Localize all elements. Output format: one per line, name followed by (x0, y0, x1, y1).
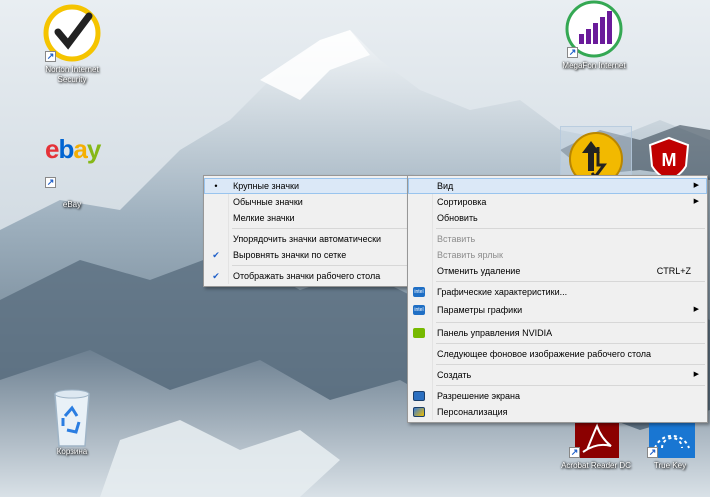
menu-item-sort[interactable]: Сортировка ▶ (408, 194, 707, 210)
menu-item-label: Вставить (437, 234, 476, 244)
acrobat-label: Acrobat Reader DC (561, 461, 631, 470)
submenu-arrow-icon: ▶ (693, 182, 699, 189)
menu-item-graphics-properties[interactable]: intel Графические характеристики... (408, 284, 707, 300)
menu-item-label: Обычные значки (233, 197, 303, 207)
shortcut-arrow-icon: ↗ (45, 177, 56, 188)
menu-item-new[interactable]: Создать ▶ (408, 367, 707, 383)
menu-item-label: Упорядочить значки автоматически (233, 234, 382, 244)
acrobat-icon: ↗ (567, 418, 625, 458)
menu-item-paste-shortcut[interactable]: Вставить ярлык (408, 247, 707, 263)
desktop-context-menu: Вид ▶ Сортировка ▶ Обновить Вставить Вст… (407, 175, 708, 423)
menu-item-small-icons[interactable]: Мелкие значки (204, 210, 410, 226)
menu-item-screen-resolution[interactable]: Разрешение экрана (408, 388, 707, 404)
menu-item-label: Создать (437, 370, 472, 380)
checkmark-icon: ✔ (212, 250, 220, 260)
menu-item-medium-icons[interactable]: Обычные значки (204, 194, 410, 210)
menu-item-nvidia-control-panel[interactable]: Панель управления NVIDIA (408, 325, 707, 341)
menu-item-label: Вставить ярлык (437, 250, 503, 260)
radio-dot-icon: • (214, 181, 218, 191)
recycle-bin-icon (43, 386, 101, 447)
menu-item-show-desktop-icons[interactable]: ✔ Отображать значки рабочего стола (204, 268, 410, 284)
menu-item-graphics-options[interactable]: intel Параметры графики ▶ (408, 300, 707, 320)
recycle-bin-desktop-icon[interactable]: Корзина (36, 386, 108, 457)
recycle-bin-label: Корзина (56, 447, 88, 456)
shortcut-arrow-icon: ↗ (647, 447, 658, 458)
monitor-icon (413, 391, 425, 401)
submenu-arrow-icon: ▶ (693, 198, 699, 205)
menu-item-auto-arrange[interactable]: Упорядочить значки автоматически (204, 231, 410, 247)
shortcut-arrow-icon: ↗ (569, 447, 580, 458)
ebay-logo-icon: ebay ↗ (45, 134, 101, 188)
menu-item-label: Сортировка (437, 197, 487, 207)
menu-item-label: Следующее фоновое изображение рабочего с… (437, 349, 652, 359)
menu-separator (436, 281, 705, 282)
checkmark-icon: ✔ (212, 271, 220, 281)
acrobat-desktop-icon[interactable]: ↗ Acrobat Reader DC (560, 418, 632, 471)
menu-item-label: Выровнять значки по сетке (233, 250, 347, 260)
svg-text:M: M (662, 150, 677, 170)
truekey-label: True Key (653, 461, 687, 470)
norton-label: Norton Internet Security (45, 65, 99, 84)
submenu-arrow-icon: ▶ (693, 306, 699, 313)
menu-separator (436, 228, 705, 229)
personalize-icon (413, 407, 425, 417)
truekey-icon: ↗ (645, 418, 695, 458)
shortcut-arrow-icon: ↗ (45, 51, 56, 62)
truekey-desktop-icon[interactable]: ↗ True Key (634, 418, 706, 471)
megafon-icon: ↗ (565, 0, 623, 58)
intel-icon: intel (413, 305, 425, 315)
keyboard-shortcut: CTRL+Z (656, 266, 691, 276)
menu-separator (436, 322, 705, 323)
menu-separator (436, 343, 705, 344)
menu-separator (436, 364, 705, 365)
nvidia-icon (413, 328, 425, 338)
menu-item-next-background[interactable]: Следующее фоновое изображение рабочего с… (408, 346, 707, 362)
menu-item-label: Графические характеристики... (437, 287, 568, 297)
menu-item-view[interactable]: Вид ▶ (408, 178, 707, 194)
menu-separator (232, 265, 408, 266)
menu-item-label: Вид (437, 181, 454, 191)
menu-item-label: Крупные значки (233, 181, 300, 191)
menu-separator (232, 228, 408, 229)
menu-separator (436, 385, 705, 386)
megafon-label: MegaFon Internet (562, 61, 626, 70)
menu-item-paste[interactable]: Вставить (408, 231, 707, 247)
ebay-desktop-icon[interactable]: ebay ↗ eBay (36, 134, 108, 210)
menu-item-label: Отображать значки рабочего стола (233, 271, 381, 281)
norton-icon: ↗ (43, 4, 101, 62)
ebay-label: eBay (62, 200, 82, 209)
menu-item-label: Отменить удаление (437, 266, 521, 276)
menu-item-personalize[interactable]: Персонализация (408, 404, 707, 420)
menu-item-label: Параметры графики (437, 305, 523, 315)
view-submenu: • Крупные значки Обычные значки Мелкие з… (203, 175, 411, 287)
menu-item-large-icons[interactable]: • Крупные значки (204, 178, 410, 194)
intel-icon: intel (413, 287, 425, 297)
menu-item-label: Обновить (437, 213, 478, 223)
menu-item-undo-delete[interactable]: Отменить удаление CTRL+Z (408, 263, 707, 279)
menu-item-label: Мелкие значки (233, 213, 295, 223)
menu-item-refresh[interactable]: Обновить (408, 210, 707, 226)
menu-item-align-to-grid[interactable]: ✔ Выровнять значки по сетке (204, 247, 410, 263)
megafon-desktop-icon[interactable]: ↗ MegaFon Internet (558, 0, 630, 71)
menu-item-label: Панель управления NVIDIA (437, 328, 553, 338)
menu-item-label: Разрешение экрана (437, 391, 520, 401)
norton-desktop-icon[interactable]: ↗ Norton Internet Security (36, 4, 108, 85)
shortcut-arrow-icon: ↗ (567, 47, 578, 58)
submenu-arrow-icon: ▶ (693, 371, 699, 378)
menu-item-label: Персонализация (437, 407, 508, 417)
